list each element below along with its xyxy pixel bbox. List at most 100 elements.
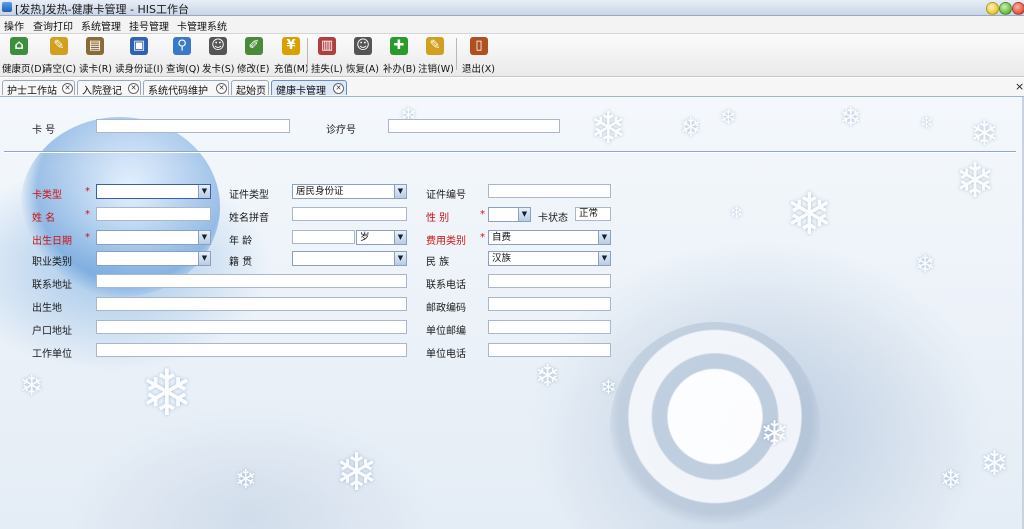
required-mark: *	[480, 232, 485, 243]
read-card-button[interactable]: ▤ 读卡(R)	[77, 34, 112, 75]
work-phone-label: 单位电话	[426, 349, 466, 360]
birthplace-label: 出生地	[32, 303, 62, 314]
tab-admission[interactable]: 入院登记 ✕	[77, 80, 141, 97]
menu-operation[interactable]: 操作	[4, 18, 24, 33]
reissue-button[interactable]: ✚ 补办(B)	[382, 34, 416, 75]
fee-category-label: 费用类别	[426, 236, 466, 247]
name-pinyin-input[interactable]	[292, 207, 407, 221]
minimize-button[interactable]	[986, 2, 999, 15]
snowflake-decoration: ❄	[140, 357, 194, 431]
chevron-down-icon[interactable]: ▼	[198, 185, 210, 198]
chevron-down-icon[interactable]: ▼	[198, 231, 210, 244]
work-phone-input[interactable]	[488, 343, 611, 357]
card-type-select[interactable]: ▼	[96, 184, 211, 199]
native-place-select[interactable]: ▼	[292, 251, 407, 266]
birth-date-picker[interactable]: ▼	[96, 230, 211, 245]
chevron-down-icon[interactable]: ▼	[598, 231, 610, 244]
fee-category-select[interactable]: 自费 ▼	[488, 230, 611, 245]
read-id-card-button[interactable]: ▣ 读身份证(I)	[113, 34, 163, 75]
title-bar: [发热]发热-健康卡管理 - HIS工作台	[0, 0, 1024, 16]
snowflake-decoration: ❄	[590, 103, 627, 154]
household-address-input[interactable]	[96, 320, 407, 334]
home-page-button[interactable]: ⌂ 健康页(D)	[0, 34, 45, 75]
cancel-card-button[interactable]: ✎ 注销(W)	[417, 34, 454, 75]
card-reader-icon: ▤	[86, 37, 104, 55]
occupation-label: 职业类别	[32, 257, 72, 268]
snowflake-decoration: ❄	[840, 103, 862, 133]
chevron-down-icon[interactable]: ▼	[198, 252, 210, 265]
required-mark: *	[480, 209, 485, 220]
exit-door-icon: ▯	[470, 37, 488, 55]
snowflake-decoration: ❄	[980, 444, 1009, 484]
snowflake-decoration: ❄	[920, 113, 934, 132]
snowflake-decoration: ❄	[235, 465, 257, 495]
chevron-down-icon[interactable]: ▼	[394, 185, 406, 198]
menu-card-system[interactable]: 卡管理系统	[177, 18, 227, 33]
close-window-button[interactable]	[1012, 2, 1024, 15]
contact-address-input[interactable]	[96, 274, 407, 288]
native-place-label: 籍 贯	[229, 257, 253, 268]
postal-code-input[interactable]	[488, 297, 611, 311]
required-mark: *	[85, 186, 90, 197]
menu-bar: 操作 查询打印 系统管理 挂号管理 卡管理系统	[0, 16, 1024, 34]
report-loss-icon: ▥	[318, 37, 336, 55]
id-no-input[interactable]	[488, 184, 611, 198]
work-postal-code-label: 单位邮编	[426, 326, 466, 337]
report-loss-button[interactable]: ▥ 挂失(L)	[310, 34, 344, 75]
occupation-select[interactable]: ▼	[96, 251, 211, 266]
chevron-down-icon[interactable]: ▼	[394, 231, 406, 244]
age-unit-select[interactable]: 岁 ▼	[356, 230, 407, 245]
user-icon: ☺	[209, 37, 227, 55]
clear-button[interactable]: ✎ 清空(C)	[40, 34, 76, 75]
card-no-label: 卡 号	[32, 125, 56, 136]
birthplace-input[interactable]	[96, 297, 407, 311]
health-card-form-panel: ❄ ❄ ❄ ❄ ❄ ❄ ❄ ❄ ❄ ❄ ❄ ❄ ❄ ❄ ❄ ❄ ❄ ❄ ❄ ❄	[0, 97, 1022, 529]
query-button[interactable]: ⚲ 查询(Q)	[164, 34, 200, 75]
recharge-button[interactable]: ¥ 充值(M)	[273, 34, 309, 75]
chevron-down-icon[interactable]: ▼	[598, 252, 610, 265]
snowflake-decoration: ❄	[720, 105, 737, 129]
visit-no-input[interactable]	[388, 119, 560, 133]
tab-close-icon[interactable]: ✕	[128, 83, 139, 94]
name-input[interactable]	[96, 207, 211, 221]
tab-system-code[interactable]: 系统代码维护 ✕	[143, 80, 229, 97]
tab-nurse-station[interactable]: 护士工作站 ✕	[2, 80, 75, 97]
snowflake-decoration: ❄	[970, 114, 999, 154]
chevron-down-icon[interactable]: ▼	[394, 252, 406, 265]
id-type-select[interactable]: 居民身份证 ▼	[292, 184, 407, 199]
name-label: 姓 名	[32, 213, 56, 224]
toolbar-separator	[307, 38, 308, 70]
issue-card-button[interactable]: ☺ 发卡(S)	[201, 34, 235, 75]
tab-close-icon[interactable]: ✕	[333, 83, 344, 94]
snowflake-decoration: ❄	[730, 203, 744, 222]
age-label: 年 龄	[229, 236, 253, 247]
menu-query-print[interactable]: 查询打印	[33, 18, 73, 33]
tab-close-icon[interactable]: ✕	[62, 83, 73, 94]
tab-close-icon[interactable]: ✕	[216, 83, 227, 94]
tab-start-page[interactable]: 起始页	[231, 80, 269, 97]
menu-registration-management[interactable]: 挂号管理	[129, 18, 169, 33]
visit-no-label: 诊疗号	[326, 125, 356, 136]
age-input[interactable]	[292, 230, 355, 244]
edit-icon: ✐	[245, 37, 263, 55]
modify-button[interactable]: ✐ 修改(E)	[236, 34, 272, 75]
ethnicity-select[interactable]: 汉族 ▼	[488, 251, 611, 266]
work-postal-code-input[interactable]	[488, 320, 611, 334]
chevron-down-icon[interactable]: ▼	[518, 208, 530, 221]
panel-close-icon[interactable]: ×	[1015, 80, 1024, 93]
name-pinyin-label: 姓名拼音	[229, 213, 269, 224]
broom-icon: ✎	[426, 37, 444, 55]
postal-code-label: 邮政编码	[426, 303, 466, 314]
menu-system-management[interactable]: 系统管理	[81, 18, 121, 33]
contact-phone-input[interactable]	[488, 274, 611, 288]
snowflake-decoration: ❄	[335, 443, 379, 503]
maximize-button[interactable]	[999, 2, 1012, 15]
exit-button[interactable]: ▯ 退出(X)	[460, 34, 496, 75]
restore-button[interactable]: ☺ 恢复(A)	[345, 34, 381, 75]
tab-health-card[interactable]: 健康卡管理 ✕	[271, 80, 347, 97]
gender-label: 性 别	[426, 213, 450, 224]
work-unit-input[interactable]	[96, 343, 407, 357]
required-mark: *	[85, 209, 90, 220]
card-no-input[interactable]	[96, 119, 290, 133]
gender-select[interactable]: ▼	[488, 207, 531, 222]
